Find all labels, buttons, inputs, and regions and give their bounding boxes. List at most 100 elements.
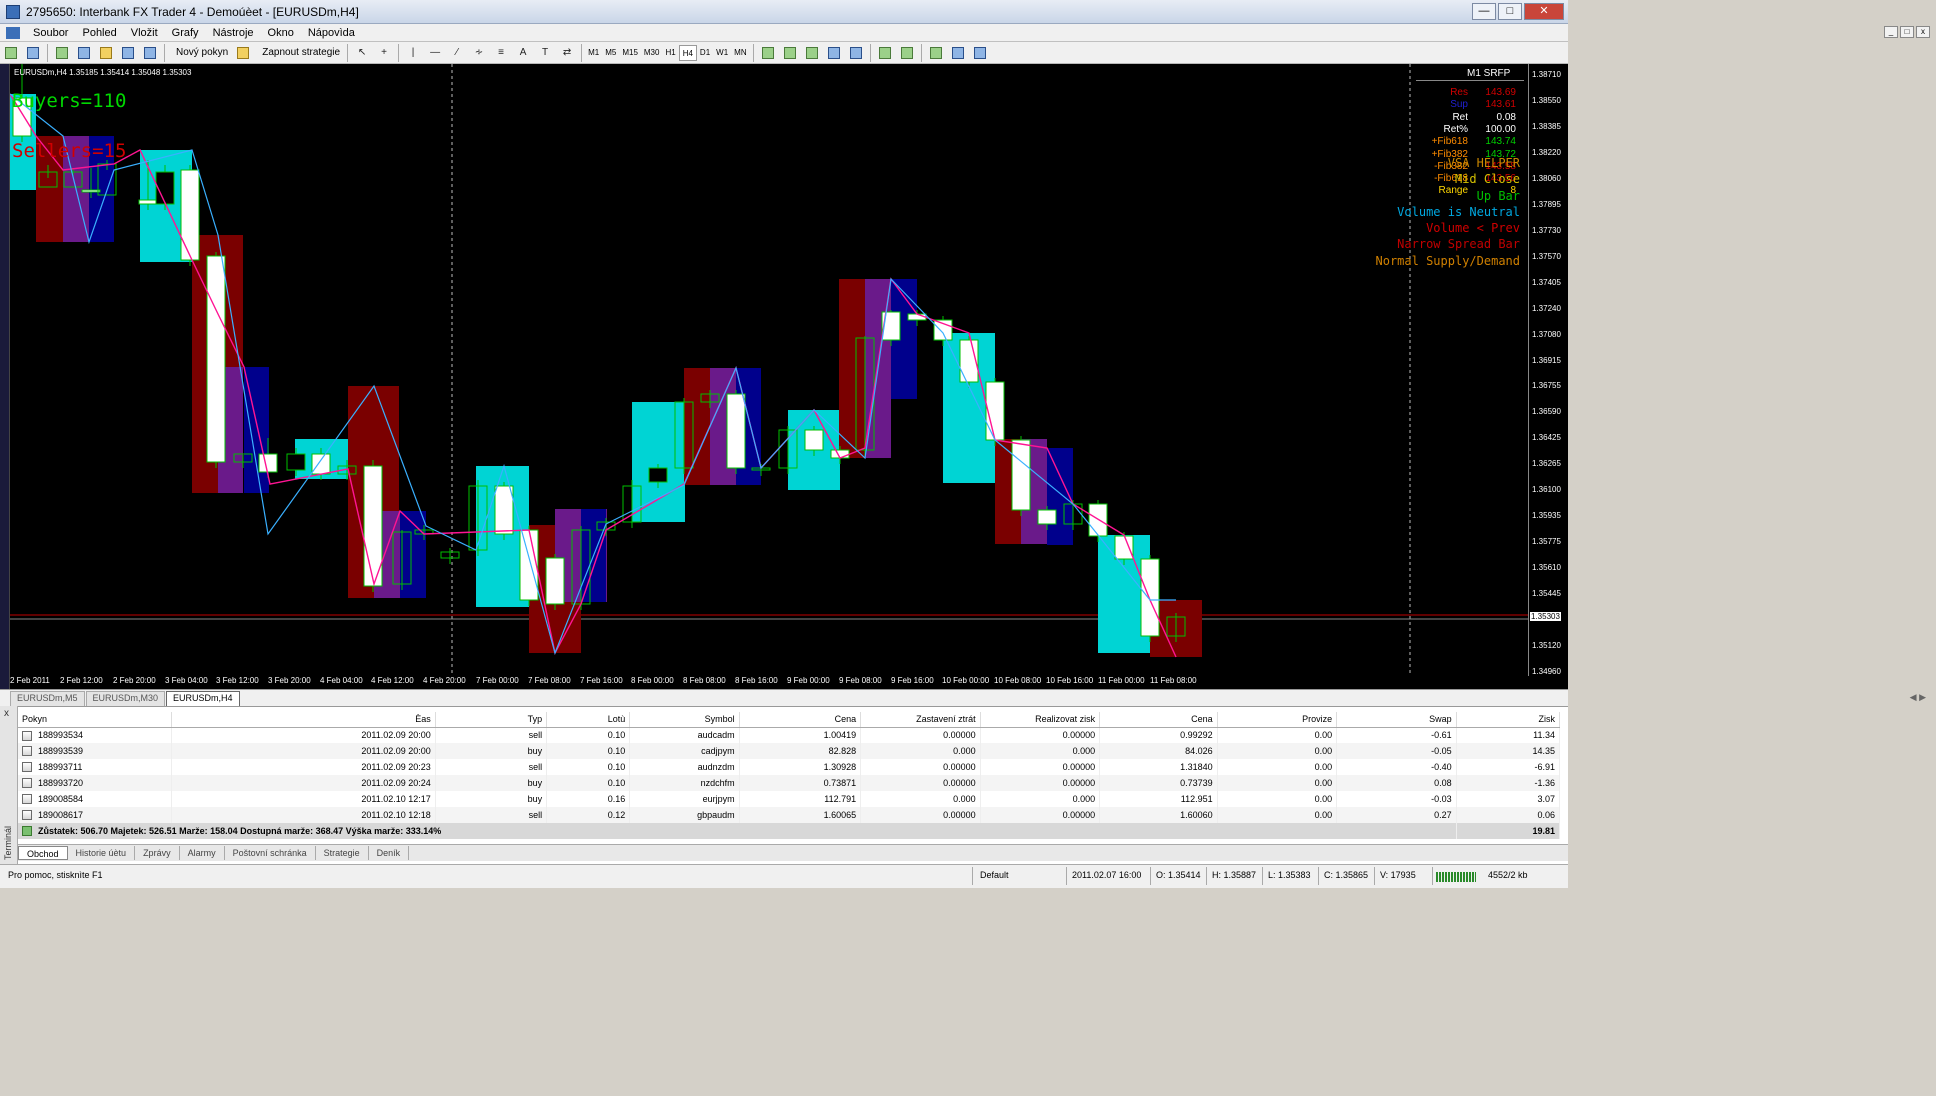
terminal-icon[interactable] [118,44,138,62]
chart-tab-h4[interactable]: EURUSDm,H4 [166,691,240,706]
col-profit[interactable]: Zisk [1456,712,1561,728]
crosshair-icon[interactable]: + [374,44,394,62]
col-price[interactable]: Cena [739,712,862,728]
col-time[interactable]: Èas [171,712,436,728]
candle-body [258,453,278,473]
sellers-count: Sellers=15 [12,140,127,162]
order-cell: -0.03 [1336,791,1457,807]
tab-journal[interactable]: Deník [369,846,410,860]
menu-tools[interactable]: Nástroje [206,27,261,39]
tab-experts[interactable]: Strategie [316,846,369,860]
metaeditor-icon[interactable] [233,44,253,62]
mdi-minimize-button[interactable]: _ [1884,26,1898,38]
periods-icon[interactable] [948,44,968,62]
strategies-button[interactable]: Zapnout strategie [254,44,344,62]
tf-m15[interactable]: M15 [619,45,641,61]
tf-h1[interactable]: H1 [662,45,678,61]
time-axis-label: 4 Feb 04:00 [320,676,363,685]
order-cell: 0.00000 [860,807,981,823]
col-commission[interactable]: Provize [1217,712,1338,728]
cursor-icon[interactable]: ↖ [352,44,372,62]
text-icon[interactable]: A [513,44,533,62]
channel-icon[interactable]: ∻ [469,44,489,62]
menu-view[interactable]: Pohled [75,27,123,39]
order-row[interactable]: 189008584 2011.02.10 12:17 buy 0.16 eurjpym 1… [18,791,1561,807]
tabs-scroll-arrows[interactable]: ◀ ▶ [1910,692,1926,703]
horizontal-line-icon[interactable]: — [425,44,445,62]
menu-insert[interactable]: Vložit [124,27,165,39]
order-cell: 2011.02.09 20:23 [171,759,436,775]
menu-help[interactable]: Nápovìda [301,27,362,39]
col-ticket[interactable]: Pokyn [18,712,173,728]
col-lots[interactable]: Lotù [546,712,631,728]
order-ticket: 189008584 [38,794,84,804]
mdi-close-button[interactable]: x [1916,26,1930,38]
col-stop-loss[interactable]: Zastavení ztrát [860,712,981,728]
order-row[interactable]: 188993539 2011.02.09 20:00 buy 0.10 cadjpym 8… [18,743,1561,759]
menu-file[interactable]: Soubor [26,27,75,39]
chart-tab-m30[interactable]: EURUSDm,M30 [85,691,166,706]
order-row[interactable]: 188993711 2011.02.09 20:23 sell 0.10 audnzdm… [18,759,1561,775]
candle-body [1140,558,1160,637]
new-order-button[interactable]: Nový pokyn [168,44,232,62]
mdi-restore-button[interactable]: □ [1900,26,1914,38]
tf-m30[interactable]: M30 [641,45,663,61]
arrows-icon[interactable]: ⇄ [557,44,577,62]
close-button[interactable]: ✕ [1524,3,1564,20]
chart-window-icon[interactable] [6,26,20,39]
candlestick-icon[interactable] [780,44,800,62]
tab-trade[interactable]: Obchod [18,846,68,860]
templates-icon[interactable] [970,44,990,62]
line-chart-icon[interactable] [802,44,822,62]
price-axis-label: 1.36755 [1532,381,1561,390]
tf-d1[interactable]: D1 [697,45,713,61]
navigator-icon[interactable] [96,44,116,62]
chart-tab-m5[interactable]: EURUSDm,M5 [10,691,85,706]
order-row[interactable]: 188993720 2011.02.09 20:24 buy 0.10 nzdchfm 0… [18,775,1561,791]
minimize-button[interactable]: — [1472,3,1496,20]
col-type[interactable]: Typ [435,712,548,728]
tf-w1[interactable]: W1 [713,45,731,61]
profiles-icon[interactable] [23,44,43,62]
menu-window[interactable]: Okno [261,27,301,39]
order-row[interactable]: 188993534 2011.02.09 20:00 sell 0.10 audcadm… [18,727,1561,743]
tab-account-history[interactable]: Historie úètu [68,846,136,860]
vertical-line-icon[interactable]: | [403,44,423,62]
tf-mn[interactable]: MN [731,45,749,61]
tf-h4[interactable]: H4 [678,44,697,61]
summary-icon [22,826,32,836]
col-swap[interactable]: Swap [1336,712,1457,728]
price-chart[interactable] [10,64,1528,676]
tab-news[interactable]: Zprávy [135,846,180,860]
indicators-icon[interactable] [926,44,946,62]
tab-mailbox[interactable]: Poštovní schránka [225,846,316,860]
bar-chart-icon[interactable] [758,44,778,62]
market-watch-icon[interactable] [52,44,72,62]
auto-scroll-icon[interactable] [875,44,895,62]
menu-charts[interactable]: Grafy [165,27,206,39]
data-window-icon[interactable] [74,44,94,62]
candle-body [1037,509,1057,525]
zoom-in-icon[interactable] [824,44,844,62]
navigator-strip [0,64,10,689]
col-take-profit[interactable]: Realizovat zisk [980,712,1101,728]
maximize-button[interactable]: □ [1498,3,1522,20]
order-cell: 0.00000 [860,727,981,743]
price-axis-label: 1.38385 [1532,122,1561,131]
fibonacci-icon[interactable]: ≡ [491,44,511,62]
zoom-out-icon[interactable] [846,44,866,62]
strategy-tester-icon[interactable] [140,44,160,62]
order-row[interactable]: 189008617 2011.02.10 12:18 sell 0.12 gbpaudm… [18,807,1561,823]
new-chart-icon[interactable] [1,44,21,62]
tf-m1[interactable]: M1 [585,45,602,61]
text-label-icon[interactable]: T [535,44,555,62]
col-current-price[interactable]: Cena [1099,712,1218,728]
tab-alerts[interactable]: Alarmy [180,846,225,860]
price-axis-label: 1.35303 [1530,612,1561,621]
trendline-icon[interactable]: ⁄ [447,44,467,62]
col-symbol[interactable]: Symbol [629,712,740,728]
order-cell: -0.05 [1336,743,1457,759]
tf-m5[interactable]: M5 [602,45,619,61]
terminal-close-icon[interactable]: x [4,708,9,719]
chart-shift-icon[interactable] [897,44,917,62]
